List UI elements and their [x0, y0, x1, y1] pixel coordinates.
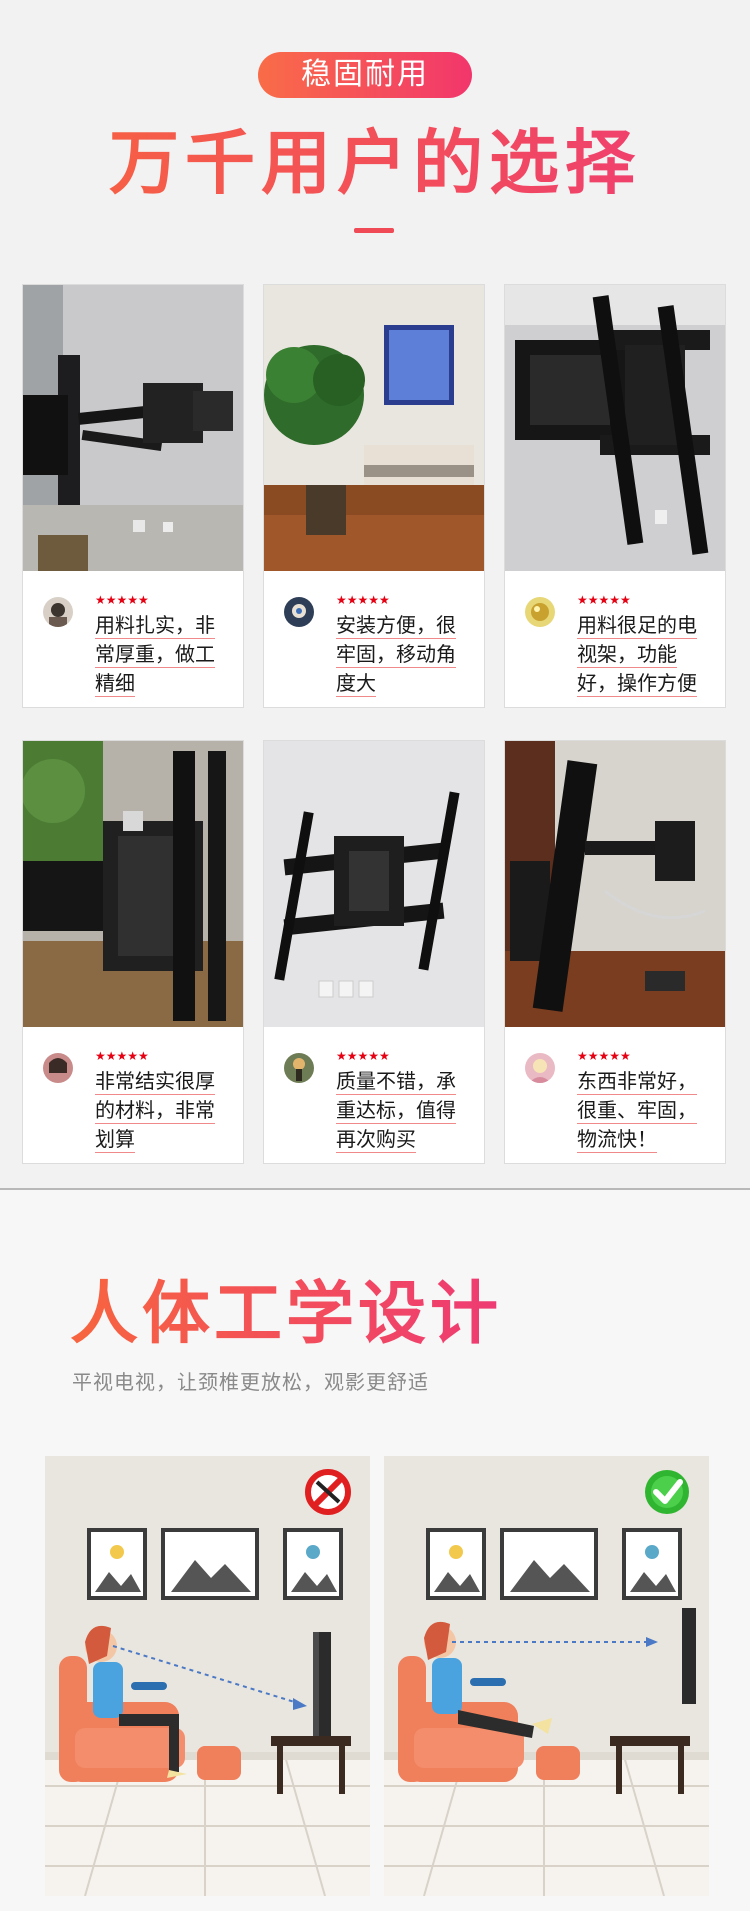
rating-stars: ★★★★★ [336, 593, 390, 607]
review-photo-bracket-wall [264, 741, 484, 1027]
rating-stars: ★★★★★ [577, 1049, 631, 1063]
review-text: 安装方便，很 牢固，移动角 度大 [336, 613, 456, 697]
review-card[interactable]: ★★★★★ 用料扎实，非 常厚重，做工 精细 [22, 284, 244, 708]
avatar [43, 1053, 73, 1083]
section-title: 万千用户的选择 [0, 118, 750, 208]
user-reviews-section: 稳固耐用 万千用户的选择 ★★★★★ 用料扎实，非 常厚重，做工 精细 ★★★★… [0, 0, 750, 1190]
review-text: 质量不错，承 重达标，值得 再次购买 [336, 1069, 456, 1153]
review-card[interactable]: ★★★★★ 非常结实很厚 的材料，非常 划算 [22, 740, 244, 1164]
section-title: 人体工学设计 [70, 1270, 502, 1360]
review-text: 非常结实很厚 的材料，非常 划算 [95, 1069, 215, 1153]
correct-viewing-illustration [384, 1456, 709, 1896]
avatar [284, 597, 314, 627]
ergonomic-design-section: 人体工学设计 平视电视，让颈椎更放松，观影更舒适 [0, 1190, 750, 1911]
durable-badge: 稳固耐用 [258, 52, 472, 98]
review-text: 用料扎实，非 常厚重，做工 精细 [95, 613, 215, 697]
avatar [43, 597, 73, 627]
rating-stars: ★★★★★ [336, 1049, 390, 1063]
section-subtitle: 平视电视，让颈椎更放松，观影更舒适 [72, 1370, 429, 1394]
incorrect-viewing-illustration [45, 1456, 370, 1896]
avatar [525, 1053, 555, 1083]
review-card[interactable]: ★★★★★ 东西非常好， 很重、牢固， 物流快！ [504, 740, 726, 1164]
review-photo-living-room-tv [264, 285, 484, 571]
review-card[interactable]: ★★★★★ 质量不错，承 重达标，值得 再次购买 [263, 740, 485, 1164]
avatar [284, 1053, 314, 1083]
prohibited-icon [305, 1469, 351, 1515]
rating-stars: ★★★★★ [95, 1049, 149, 1063]
product-detail-page: { "section1": { "badge": "稳固耐用", "title"… [0, 0, 750, 1911]
avatar [525, 597, 555, 627]
review-photo-bracket-front [505, 285, 725, 571]
title-underline [354, 228, 394, 233]
rating-stars: ★★★★★ [95, 593, 149, 607]
review-card[interactable]: ★★★★★ 用料很足的电 视架，功能 好，操作方便 [504, 284, 726, 708]
review-text: 东西非常好， 很重、牢固， 物流快！ [577, 1069, 697, 1153]
rating-stars: ★★★★★ [577, 593, 631, 607]
review-text: 用料很足的电 视架，功能 好，操作方便 [577, 613, 697, 697]
checkmark-icon [645, 1470, 689, 1514]
review-photo-bracket-closeup [23, 741, 243, 1027]
review-photo-tv-swivel [505, 741, 725, 1027]
review-photo-bracket-extended [23, 285, 243, 571]
review-card[interactable]: ★★★★★ 安装方便，很 牢固，移动角 度大 [263, 284, 485, 708]
